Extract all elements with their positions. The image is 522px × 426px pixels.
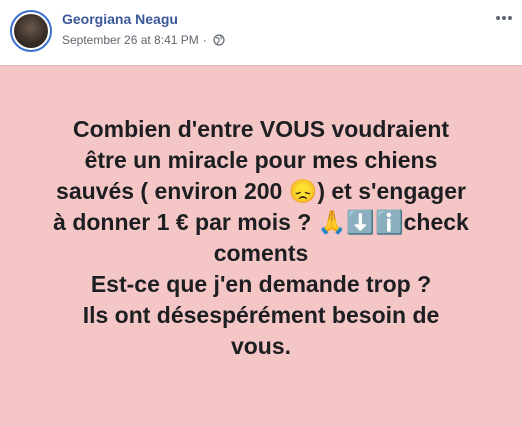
post-meta: September 26 at 8:41 PM · xyxy=(62,33,225,47)
timestamp[interactable]: September 26 at 8:41 PM xyxy=(62,33,199,47)
post-card: Georgiana Neagu September 26 at 8:41 PM … xyxy=(0,0,522,426)
more-options-icon[interactable] xyxy=(494,8,514,28)
post-background: Combien d'entre VOUS voudraient être un … xyxy=(0,65,522,426)
post-header: Georgiana Neagu September 26 at 8:41 PM … xyxy=(0,0,522,64)
meta-separator: · xyxy=(202,33,207,47)
globe-icon[interactable] xyxy=(213,34,225,46)
avatar-photo xyxy=(14,14,48,48)
avatar[interactable] xyxy=(10,10,52,52)
post-message: Combien d'entre VOUS voudraient être un … xyxy=(53,116,469,359)
author-name[interactable]: Georgiana Neagu xyxy=(62,11,178,27)
